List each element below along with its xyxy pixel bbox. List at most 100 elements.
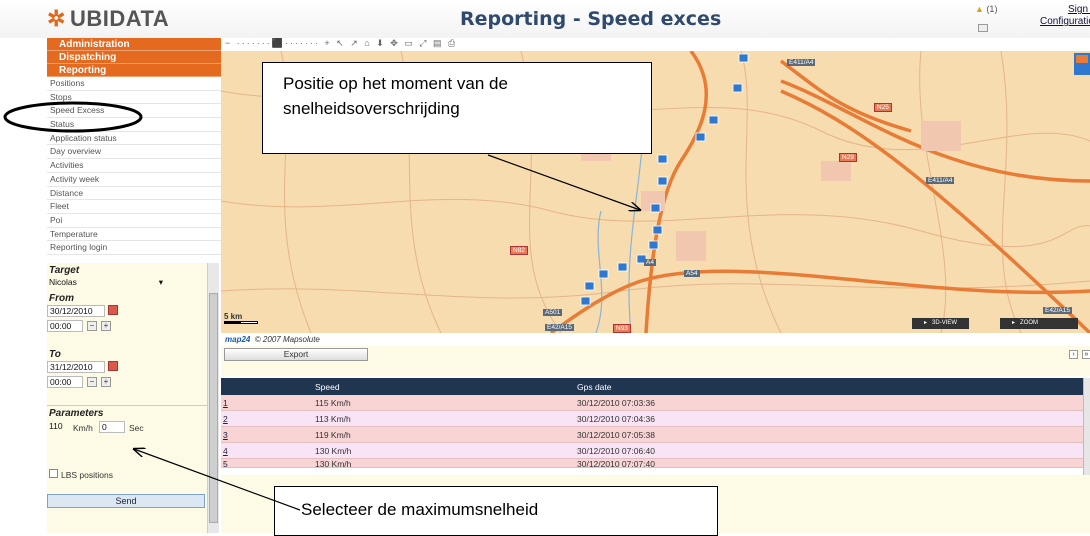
row-speed: 130 Km/h <box>315 445 352 456</box>
table-row[interactable]: 1 115 Km/h 30/12/2010 07:03:36 <box>221 395 1090 411</box>
road-label: E42/A15 <box>1043 307 1072 314</box>
seconds-input[interactable]: 0 <box>99 421 125 433</box>
alert-count: (1) <box>986 4 998 14</box>
app-header: ✲ UBIDATA Reporting - Speed exces ▲ (1) … <box>0 0 1090 38</box>
map-footer <box>221 333 1090 346</box>
callout-max-speed: Selecteer de maximumsnelheid <box>274 486 718 536</box>
road-label: A54 <box>684 270 700 277</box>
callout-max-speed-text: Selecteer de maximumsnelheid <box>301 500 539 519</box>
target-select[interactable]: Nicolas ▾ <box>47 277 165 289</box>
zoom-button[interactable]: ▸ ZOOM <box>1000 318 1079 329</box>
road-label: E411/A4 <box>926 177 955 184</box>
road-label: E411/A4 <box>787 59 816 66</box>
menu-dispatching[interactable]: Dispatching <box>47 51 222 64</box>
row-index-link[interactable]: 2 <box>221 414 313 424</box>
configuration-link[interactable]: Configuration <box>1040 16 1090 27</box>
send-button[interactable]: Send <box>47 494 205 508</box>
from-label: From <box>49 293 74 304</box>
sidebar-item-reporting-login[interactable]: Reporting login <box>47 241 222 255</box>
sidebar-item-poi[interactable]: Poi <box>47 214 222 228</box>
play-icon: ▸ <box>924 320 928 326</box>
lbs-label: LBS positions <box>61 470 113 480</box>
road-label: N93 <box>613 324 631 333</box>
page-last-icon[interactable]: » <box>1082 350 1090 359</box>
map-scale: 5 km <box>224 312 258 324</box>
row-speed: 119 Km/h <box>315 429 351 440</box>
sidebar-item-day-overview[interactable]: Day overview <box>47 145 222 160</box>
seconds-unit: Sec <box>129 423 144 433</box>
from-date-input[interactable]: 30/12/2010 <box>47 305 105 317</box>
to-time-decrement-button[interactable]: − <box>87 377 97 387</box>
mail-icon[interactable] <box>978 24 988 32</box>
table-row[interactable]: 3 119 Km/h 30/12/2010 07:05:38 <box>221 427 1090 443</box>
menu-reporting[interactable]: Reporting <box>47 64 222 77</box>
map-copyright: © 2007 Mapsolute <box>254 335 320 344</box>
map-toolbar[interactable]: − ·······⬛······· + ↖ ↗ ⌂ ⬇ ✥ ▭ ⤢ ▤ ⎙ <box>221 38 1090 51</box>
to-time-input[interactable]: 00:00 <box>47 376 83 388</box>
table-row[interactable]: 5 130 Km/h 30/12/2010 07:07:40 <box>221 459 1090 468</box>
table-scrollbar[interactable] <box>1083 378 1090 475</box>
to-label: To <box>49 349 61 360</box>
zoom-label: ZOOM <box>1020 320 1039 326</box>
speed-input[interactable]: 110 <box>47 421 69 433</box>
lbs-checkbox[interactable] <box>49 469 58 478</box>
row-index-link[interactable]: 4 <box>221 446 313 456</box>
road-label: N82 <box>510 246 528 255</box>
3d-view-button[interactable]: ▸ 3D-VIEW <box>912 318 970 329</box>
scrollbar-thumb[interactable] <box>209 293 218 523</box>
callout-map-position: Positie op het moment van de snelheidsov… <box>262 62 652 154</box>
row-index-link[interactable]: 1 <box>221 398 313 408</box>
from-time-input[interactable]: 00:00 <box>47 320 83 332</box>
row-speed: 130 Km/h <box>315 459 352 468</box>
road-label: N29 <box>839 153 857 162</box>
speed-unit: Km/h <box>73 423 93 433</box>
bell-icon: ▲ <box>975 4 984 14</box>
row-gps-date: 30/12/2010 07:07:40 <box>577 459 655 468</box>
export-button[interactable]: Export <box>224 348 368 361</box>
sidebar-item-positions[interactable]: Positions <box>47 77 222 91</box>
signout-link[interactable]: Sign ou <box>1068 4 1090 15</box>
road-label: E42/A15 <box>545 324 574 331</box>
speed-excess-table: Speed Gps date 1 115 Km/h 30/12/2010 07:… <box>221 378 1090 468</box>
logo: ✲ UBIDATA <box>47 6 169 32</box>
calendar-icon[interactable] <box>108 305 118 315</box>
target-label: Target <box>49 265 80 276</box>
to-date-input[interactable]: 31/12/2010 <box>47 361 105 373</box>
logo-icon: ✲ <box>47 6 66 31</box>
table-row[interactable]: 4 130 Km/h 30/12/2010 07:06:40 <box>221 443 1090 459</box>
calendar-icon[interactable] <box>108 361 118 371</box>
page-next-icon[interactable]: › <box>1069 350 1078 359</box>
row-speed: 115 Km/h <box>315 397 351 408</box>
sidebar-item-temperature[interactable]: Temperature <box>47 228 222 242</box>
row-gps-date: 30/12/2010 07:05:38 <box>577 429 655 440</box>
from-time-increment-button[interactable]: + <box>101 321 111 331</box>
sidebar-item-fleet[interactable]: Fleet <box>47 200 222 214</box>
chevron-down-icon: ▾ <box>158 277 163 287</box>
row-speed: 113 Km/h <box>315 413 351 424</box>
alert-indicator[interactable]: ▲ (1) <box>975 4 997 14</box>
sidebar-item-activities[interactable]: Activities <box>47 159 222 173</box>
to-time-increment-button[interactable]: + <box>101 377 111 387</box>
table-row[interactable]: 2 113 Km/h 30/12/2010 07:04:36 <box>221 411 1090 427</box>
target-value: Nicolas <box>49 277 77 287</box>
map-brand-name: map24 <box>225 335 251 344</box>
callout-map-position-text: Positie op het moment van de snelheidsov… <box>283 74 508 118</box>
row-gps-date: 30/12/2010 07:03:36 <box>577 397 655 408</box>
menu-administration[interactable]: Administration <box>47 38 222 51</box>
3d-view-label: 3D-VIEW <box>932 320 958 326</box>
panel-scrollbar[interactable] <box>207 263 219 533</box>
map-scale-label: 5 km <box>224 312 243 321</box>
map-brand: map24 © 2007 Mapsolute <box>225 335 320 344</box>
highlight-ellipse <box>3 101 143 133</box>
parameters-label: Parameters <box>49 408 104 419</box>
play-icon: ▸ <box>1012 320 1016 326</box>
column-header-speed: Speed <box>315 381 340 392</box>
divider <box>47 405 207 406</box>
filter-panel: Target Nicolas ▾ From 30/12/2010 00:00 − … <box>47 263 207 533</box>
row-index-link[interactable]: 5 <box>221 459 313 467</box>
page-title: Reporting - Speed exces <box>460 8 722 30</box>
sidebar-item-distance[interactable]: Distance <box>47 187 222 201</box>
sidebar-item-activity-week[interactable]: Activity week <box>47 173 222 187</box>
row-index-link[interactable]: 3 <box>221 430 313 440</box>
from-time-decrement-button[interactable]: − <box>87 321 97 331</box>
